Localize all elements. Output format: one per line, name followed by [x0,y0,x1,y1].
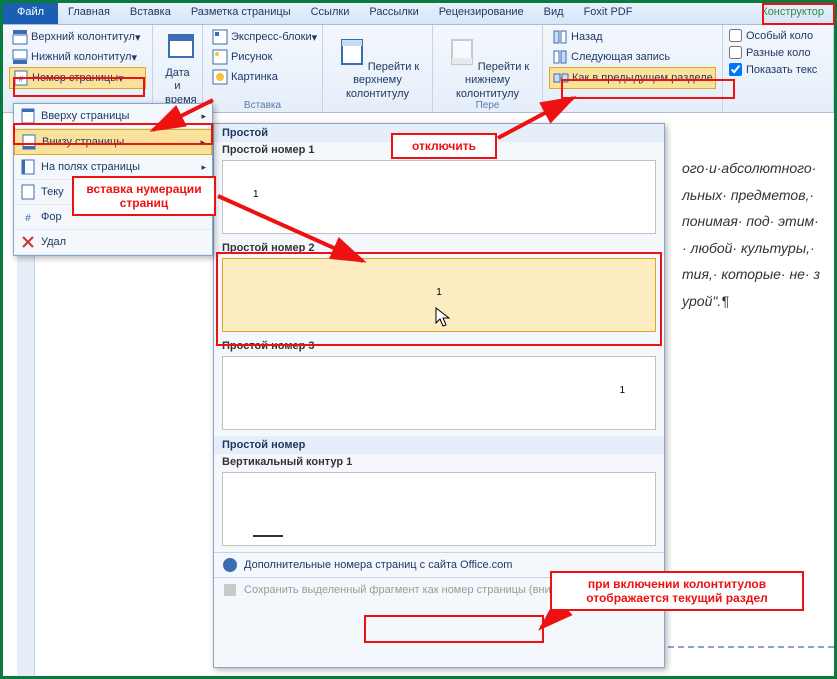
gallery-item2[interactable]: 1 [222,258,656,332]
next-button[interactable]: Следующая запись [549,47,716,67]
gallery-section-simple-num: Простой номер [214,436,664,454]
svg-text:#: # [18,74,23,84]
goto-footer-button: Перейти к нижнему колонтитулу [439,34,536,103]
dd-remove[interactable]: Удал [14,230,212,255]
express-button[interactable]: Экспресс-блоки ▾ [209,27,316,47]
pagenum-button[interactable]: #Номер страницы ▾ [9,67,146,89]
goto-header-button[interactable]: Перейти к верхнему колонтитулу [329,34,426,103]
clipart-button[interactable]: Картинка [209,67,316,87]
header-button[interactable]: Верхний колонтитул ▾ [9,27,146,47]
gallery-item3-label: Простой номер 3 [214,338,664,354]
gallery-item3[interactable]: 1 [222,356,656,430]
footer-button[interactable]: Нижний колонтитул ▾ [9,47,146,67]
document-text: ого·и·абсолютного· льных· предметов,· по… [682,155,820,315]
tab-review[interactable]: Рецензирование [429,3,534,24]
ribbon: Верхний колонтитул ▾ Нижний колонтитул ▾… [3,25,834,113]
tab-foxit[interactable]: Foxit PDF [574,3,643,24]
callout-section: при включении колонтитулов отображается … [550,571,804,611]
chevron-right-icon: ▸ [201,162,206,173]
tab-constructor[interactable]: Конструктор [751,3,834,24]
ribbon-tabs: Файл Главная Вставка Разметка страницы С… [3,3,834,25]
chevron-right-icon: ▸ [200,137,205,148]
link-prev-button[interactable]: Как в предыдущем разделе [549,67,716,89]
show-text-check[interactable]: Показать текс [729,61,827,78]
tab-view[interactable]: Вид [534,3,574,24]
back-button[interactable]: Назад [549,27,716,47]
gallery-item2-label: Простой номер 2 [214,240,664,256]
tab-insert[interactable]: Вставка [120,3,181,24]
picture-button[interactable]: Рисунок [209,47,316,67]
tab-file[interactable]: Файл [3,3,58,24]
group-insert-label: Вставка [203,100,322,111]
tab-home[interactable]: Главная [58,3,120,24]
tab-mail[interactable]: Рассылки [359,3,428,24]
special-first-check[interactable]: Особый коло [729,27,827,44]
gallery-item1[interactable]: 1 [222,160,656,234]
callout-disable: отключить [391,133,497,159]
svg-text:#: # [25,213,31,224]
group-nav-label: Пере [433,100,542,111]
tab-refs[interactable]: Ссылки [301,3,360,24]
datetime-button[interactable]: Дата и время [159,27,196,109]
dd-top[interactable]: Вверху страницы▸ [14,104,212,129]
callout-insert: вставка нумерации страниц [72,176,216,216]
dd-bottom[interactable]: Внизу страницы▸ [14,129,212,155]
chevron-right-icon: ▸ [201,111,206,122]
diff-pages-check[interactable]: Разные коло [729,44,827,61]
tab-layout[interactable]: Разметка страницы [181,3,301,24]
gallery-item4-label: Вертикальный контур 1 [214,454,664,470]
gallery-item4[interactable] [222,472,656,546]
